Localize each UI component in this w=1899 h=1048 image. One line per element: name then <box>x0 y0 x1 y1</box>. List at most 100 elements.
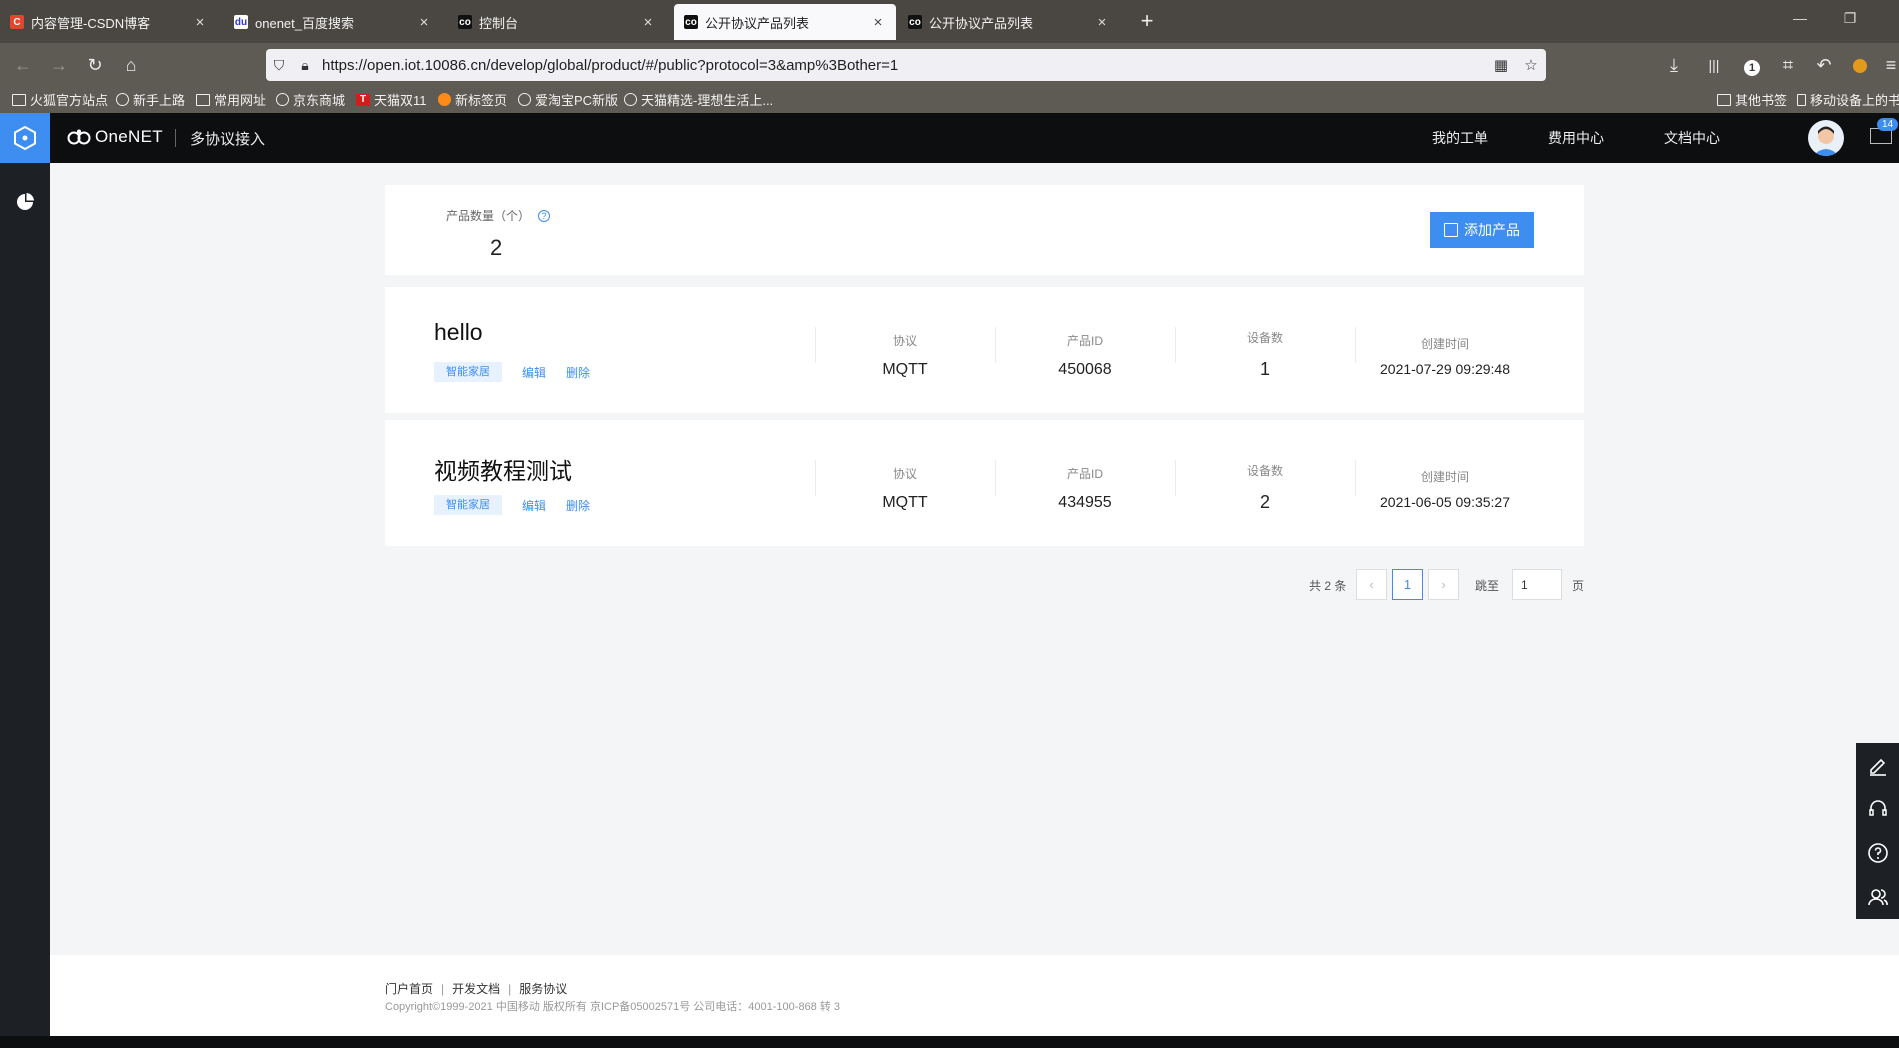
bookmark-item[interactable]: 火狐官方站点 <box>12 90 108 109</box>
bookmark-item[interactable]: 爱淘宝PC新版 <box>518 90 618 109</box>
close-icon[interactable]: × <box>870 14 886 31</box>
device-count-header: 设备数 <box>1246 331 1283 345</box>
cube-icon <box>1444 223 1458 237</box>
bookmark-label: 新手上路 <box>133 93 186 108</box>
nav-my-tickets[interactable]: 我的工单 <box>1432 128 1488 148</box>
url-text[interactable]: https://open.iot.10086.cn/develop/global… <box>318 57 1486 74</box>
bookmark-label: 移动设备上的书签 <box>1810 93 1899 108</box>
restore-icon[interactable]: ❐ <box>1830 10 1870 27</box>
created-time-value: 2021-06-05 09:35:27 <box>1380 494 1510 510</box>
globe-icon <box>518 93 531 106</box>
edit-feedback-icon[interactable] <box>1856 743 1899 787</box>
reload-icon[interactable]: ↻ <box>82 53 108 77</box>
product-card: hello 智能家居 编辑 删除 协议 MQTT 产品ID 450068 设备数… <box>385 287 1584 413</box>
product-id-value: 434955 <box>1058 494 1112 511</box>
menu-icon[interactable]: ≡ <box>1878 53 1899 77</box>
browser-tab-active[interactable]: co 公开协议产品列表 × <box>674 4 896 40</box>
bookmark-label: 火狐官方站点 <box>30 93 109 108</box>
bookmark-item[interactable]: 新标签页 <box>438 90 507 109</box>
product-name[interactable]: hello <box>434 319 483 346</box>
undo-icon[interactable]: ↶ <box>1811 53 1837 77</box>
bookmark-item[interactable]: 新手上路 <box>116 90 185 109</box>
globe-icon <box>624 93 637 106</box>
created-time-column: 创建时间 2021-06-05 09:35:27 <box>1355 420 1535 546</box>
browser-tab[interactable]: co 公开协议产品列表 × <box>898 4 1120 40</box>
lock-icon[interactable]: 🔒︎ <box>292 57 318 74</box>
product-name[interactable]: 视频教程测试 <box>434 452 572 486</box>
bookmark-item[interactable]: T 天猫双11 <box>356 90 427 109</box>
add-product-label: 添加产品 <box>1464 222 1520 238</box>
back-icon[interactable]: ← <box>10 53 36 77</box>
bookmark-item[interactable]: 常用网址 <box>196 90 266 109</box>
protocol-value: MQTT <box>882 494 928 511</box>
browser-tab[interactable]: du onenet_百度搜索 × <box>224 4 442 40</box>
brand-name: OneNET <box>95 127 163 146</box>
nav-billing-center[interactable]: 费用中心 <box>1548 128 1604 148</box>
product-count-label: 产品数量（个）? <box>446 207 551 224</box>
browser-tab[interactable]: co 控制台 × <box>448 4 666 40</box>
device-count-value: 2 <box>1259 492 1270 512</box>
edit-link[interactable]: 编辑 <box>522 364 546 381</box>
close-icon[interactable]: × <box>640 14 656 31</box>
bookmark-item[interactable]: 京东商城 <box>276 90 345 109</box>
avatar[interactable] <box>1808 120 1844 156</box>
footer-link-dev-docs[interactable]: 开发文档 <box>452 982 500 996</box>
jump-to-label: 跳至 <box>1475 579 1500 593</box>
new-tab-icon[interactable]: + <box>1133 8 1161 34</box>
page-number-button[interactable]: 1 <box>1392 569 1423 600</box>
jump-to-page-input[interactable] <box>1512 569 1562 600</box>
footer: 门户首页 | 开发文档 | 服务协议 Copyright©1999-2021 中国移动 … <box>50 955 1899 1036</box>
created-time-column: 创建时间 2021-07-29 09:29:48 <box>1355 287 1535 413</box>
edit-link[interactable]: 编辑 <box>522 497 546 514</box>
device-count-value: 1 <box>1259 359 1270 379</box>
address-bar[interactable]: ⛉ 🔒︎ https://open.iot.10086.cn/develop/g… <box>266 49 1546 81</box>
account-badge-icon[interactable]: 1 <box>1739 53 1765 77</box>
help-icon[interactable]: ? <box>538 210 551 222</box>
created-time-value: 2021-07-29 09:29:48 <box>1380 361 1510 377</box>
pie-chart-icon[interactable] <box>0 177 50 227</box>
product-id-header: 产品ID <box>1066 334 1103 348</box>
bookmark-item[interactable]: 天猫精选-理想生活上... <box>624 90 773 109</box>
bookmark-item[interactable]: 其他书签 <box>1717 90 1787 109</box>
globe-icon <box>276 93 289 106</box>
close-icon[interactable]: × <box>192 14 208 31</box>
prev-page-button[interactable]: ‹ <box>1356 569 1387 600</box>
mail-count-badge: 14 <box>1877 118 1899 131</box>
shield-icon[interactable]: ⛉ <box>266 57 292 74</box>
bookmark-label: 天猫双11 <box>374 93 427 108</box>
onenet-logo[interactable]: OneNET <box>66 127 163 147</box>
library-icon[interactable]: ||| <box>1701 53 1727 77</box>
headset-icon[interactable] <box>1856 787 1899 831</box>
delete-link[interactable]: 删除 <box>566 497 590 514</box>
extension-icon[interactable] <box>1847 53 1873 77</box>
browser-tab[interactable]: C 内容管理-CSDN博客 × <box>0 4 218 40</box>
footer-link-portal-home[interactable]: 门户首页 <box>385 982 433 996</box>
bookmark-item[interactable]: 移动设备上的书签 <box>1797 90 1899 109</box>
qr-code-icon[interactable]: ▦ <box>1486 56 1516 74</box>
bookmark-label: 新标签页 <box>455 93 508 108</box>
forward-icon[interactable]: → <box>46 53 72 77</box>
badge-count: 1 <box>1744 60 1760 76</box>
protocol-value: MQTT <box>882 361 928 378</box>
tab-label: onenet_百度搜索 <box>255 15 354 31</box>
product-count-value: 2 <box>490 235 503 260</box>
next-page-button[interactable]: › <box>1428 569 1459 600</box>
star-icon[interactable]: ☆ <box>1516 56 1546 74</box>
close-icon[interactable]: × <box>1094 14 1110 31</box>
question-icon[interactable] <box>1856 831 1899 875</box>
browser-nav-bar: ← → ↻ ⌂ ⛉ 🔒︎ https://open.iot.10086.cn/d… <box>0 43 1899 86</box>
delete-link[interactable]: 删除 <box>566 364 590 381</box>
minimize-icon[interactable]: — <box>1780 10 1820 26</box>
download-icon[interactable]: ⤓ <box>1661 53 1687 77</box>
protocol-column: 协议 MQTT <box>815 287 995 413</box>
close-icon[interactable]: × <box>416 14 432 31</box>
add-product-button[interactable]: 添加产品 <box>1430 212 1534 248</box>
footer-link-service-agreement[interactable]: 服务协议 <box>519 982 567 996</box>
product-count-label-text: 产品数量（个） <box>446 209 531 223</box>
nav-docs-center[interactable]: 文档中心 <box>1664 128 1720 148</box>
home-icon[interactable]: ⌂ <box>118 53 144 77</box>
hexagon-logo-icon[interactable] <box>0 113 50 163</box>
users-icon[interactable] <box>1856 875 1899 919</box>
crop-icon[interactable]: ⌗ <box>1775 53 1801 77</box>
created-time-header: 创建时间 <box>1420 337 1469 351</box>
